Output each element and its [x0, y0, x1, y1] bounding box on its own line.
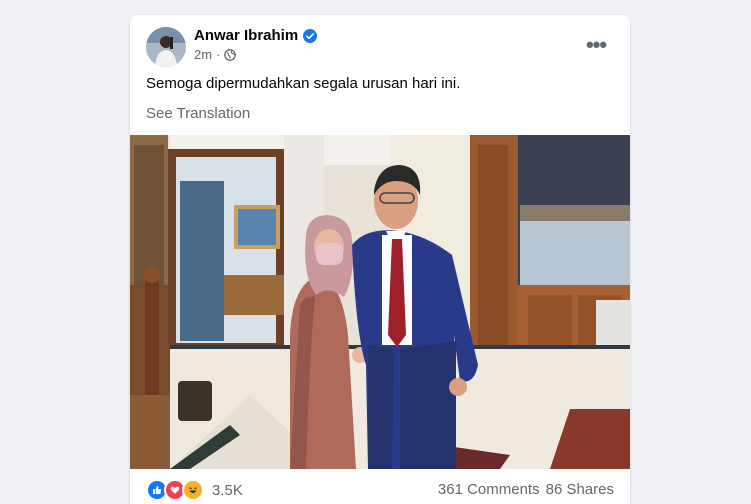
haha-icon — [182, 479, 204, 501]
reactions-summary[interactable]: 3.5K — [146, 479, 243, 501]
globe-icon[interactable] — [224, 48, 237, 61]
comments-count-link[interactable]: 361 Comments — [438, 481, 540, 498]
reaction-count[interactable]: 3.5K — [212, 482, 243, 499]
verified-badge-icon — [303, 28, 318, 43]
author-name-text[interactable]: Anwar Ibrahim — [194, 27, 298, 44]
author-name[interactable]: Anwar Ibrahim — [194, 27, 318, 44]
author-avatar[interactable] — [146, 27, 186, 67]
meta-separator: · — [216, 47, 221, 62]
post-photo[interactable] — [130, 135, 630, 469]
more-options-button[interactable]: ••• — [578, 32, 614, 57]
engagement-stats: 361 Comments 86 Shares — [438, 481, 614, 498]
post-meta: 2m · — [194, 47, 237, 62]
post-header: Anwar Ibrahim 2m · ••• — [130, 15, 630, 75]
post-time[interactable]: 2m — [194, 47, 212, 62]
see-translation-link[interactable]: See Translation — [146, 105, 250, 122]
post-footer: 3.5K 361 Comments 86 Shares — [130, 475, 630, 504]
post-text: Semoga dipermudahkan segala urusan hari … — [146, 75, 461, 92]
post-card: Anwar Ibrahim 2m · ••• Semoga dipermudah… — [130, 15, 630, 504]
shares-count-link[interactable]: 86 Shares — [546, 481, 614, 498]
